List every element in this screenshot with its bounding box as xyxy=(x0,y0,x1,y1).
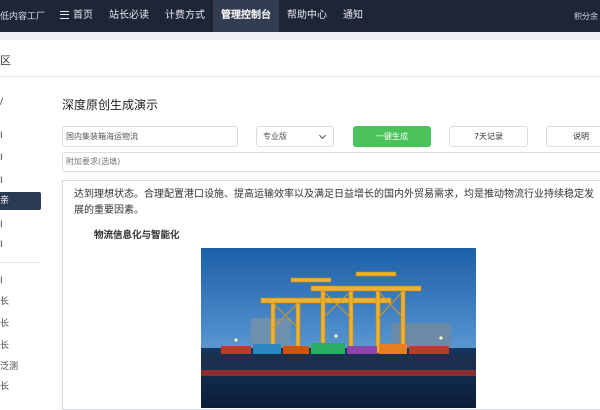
nav-console[interactable]: 管理控制台 xyxy=(213,0,279,32)
sidebar-item[interactable]: I xyxy=(0,237,41,253)
home-icon xyxy=(60,11,69,19)
generate-button[interactable]: 一键生成 xyxy=(353,126,431,147)
sidebar: / I I I 亲 I I I 长 长 长 泛测 长 xyxy=(0,77,42,400)
sidebar-item[interactable]: I xyxy=(0,150,41,166)
article-preview: 达到理想状态。合理配置港口设施、提高运输效率以及满足日益增长的国内外贸易需求，均… xyxy=(62,180,600,410)
chevron-down-icon xyxy=(318,131,327,140)
container-port-cranes-photo xyxy=(201,248,476,408)
site-logo[interactable]: 低内容工厂 xyxy=(0,9,45,22)
version-select-value: 专业版 xyxy=(263,132,287,141)
top-navigation-bar: 低内容工厂 首页 站长必读 计费方式 管理控制台 帮助中心 通知 积分余 xyxy=(0,0,600,32)
nav-webmaster-guide[interactable]: 站长必读 xyxy=(101,0,157,32)
sidebar-divider xyxy=(0,262,40,263)
sidebar-item[interactable]: 长 xyxy=(0,379,41,395)
header-divider xyxy=(0,76,600,77)
version-select[interactable]: 专业版 xyxy=(256,126,334,147)
port-image xyxy=(201,248,476,408)
extra-requirements-input[interactable]: 附加要求(选填) xyxy=(62,152,600,172)
article-subheading: 物流信息化与智能化 xyxy=(94,230,180,241)
sidebar-item[interactable]: 长 xyxy=(0,294,41,310)
nav-help-center[interactable]: 帮助中心 xyxy=(279,0,335,32)
sidebar-item-active[interactable]: 亲 xyxy=(0,192,41,210)
sidebar-item[interactable]: 长 xyxy=(0,316,41,332)
section-title: 区 xyxy=(0,54,11,67)
nav-home-label: 首页 xyxy=(73,10,93,21)
sidebar-item[interactable]: I xyxy=(0,128,41,144)
sidebar-item[interactable]: I xyxy=(0,217,41,233)
article-paragraph: 达到理想状态。合理配置港口设施、提高运输效率以及满足日益增长的国内外贸易需求，均… xyxy=(74,189,594,216)
main-nav: 首页 站长必读 计费方式 管理控制台 帮助中心 通知 xyxy=(52,0,371,32)
sidebar-item[interactable]: 泛测 xyxy=(0,359,41,375)
sidebar-item[interactable]: 长 xyxy=(0,338,41,354)
page-title: 深度原创生成演示 xyxy=(62,98,159,112)
nav-notifications[interactable]: 通知 xyxy=(335,0,371,32)
help-button[interactable]: 说明 xyxy=(546,126,600,147)
header-gap xyxy=(0,32,600,40)
nav-billing[interactable]: 计费方式 xyxy=(157,0,213,32)
points-balance[interactable]: 积分余 xyxy=(574,11,598,22)
nav-home[interactable]: 首页 xyxy=(52,0,101,32)
sidebar-item[interactable]: / xyxy=(0,94,41,110)
topic-input[interactable]: 国内集装箱海运物流 xyxy=(62,126,238,147)
sidebar-item[interactable]: I xyxy=(0,173,41,189)
records-button[interactable]: 7天记录 xyxy=(449,126,528,147)
sidebar-item[interactable]: I xyxy=(0,273,41,289)
